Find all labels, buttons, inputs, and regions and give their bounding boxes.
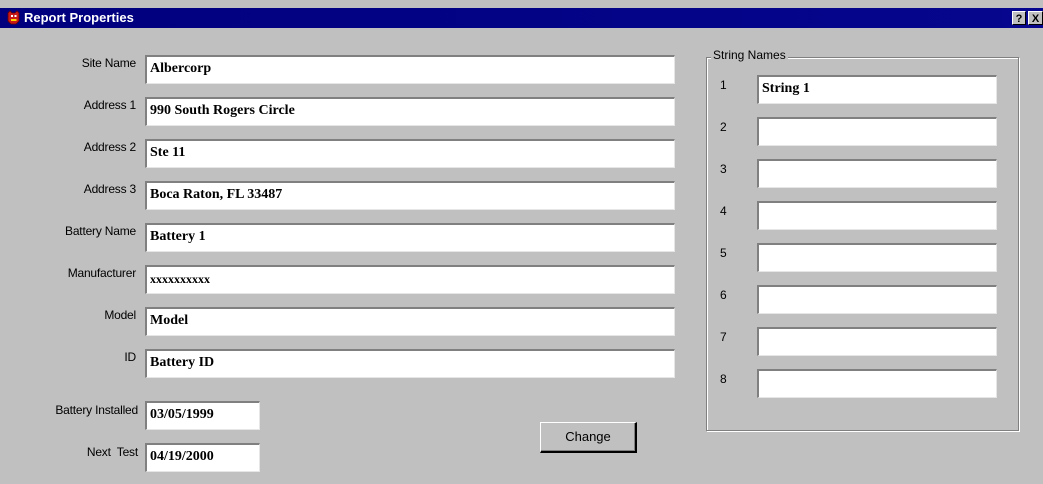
address2-field[interactable]: Ste 11 (145, 139, 675, 168)
string-number: 6 (720, 288, 727, 302)
string-name-field-1[interactable]: String 1 (757, 75, 997, 104)
close-button[interactable]: X (1028, 11, 1043, 25)
string-number: 1 (720, 78, 727, 92)
next-test-field[interactable]: 04/19/2000 (145, 443, 260, 472)
manufacturer-field[interactable]: xxxxxxxxxx (145, 265, 675, 294)
model-field[interactable]: Model (145, 307, 675, 336)
battery-name-label: Battery Name (65, 224, 136, 238)
string-name-field-3[interactable] (757, 159, 997, 188)
string-names-title: String Names (711, 48, 788, 62)
title-bar[interactable]: Report Properties ? X (0, 8, 1043, 28)
model-label: Model (104, 308, 136, 322)
string-number: 7 (720, 330, 727, 344)
string-number: 2 (720, 120, 727, 134)
site-name-field[interactable]: Albercorp (145, 55, 675, 84)
string-name-field-7[interactable] (757, 327, 997, 356)
address3-field[interactable]: Boca Raton, FL 33487 (145, 181, 675, 210)
string-name-field-4[interactable] (757, 201, 997, 230)
string-name-field-8[interactable] (757, 369, 997, 398)
string-number: 5 (720, 246, 727, 260)
battery-installed-field[interactable]: 03/05/1999 (145, 401, 260, 430)
id-label: ID (124, 350, 136, 364)
address3-label: Address 3 (83, 182, 136, 196)
string-name-field-6[interactable] (757, 285, 997, 314)
site-name-label: Site Name (81, 56, 136, 70)
address2-label: Address 2 (83, 140, 136, 154)
manufacturer-label: Manufacturer (67, 266, 137, 280)
battery-installed-label: Battery Installed (55, 403, 138, 417)
string-number: 4 (720, 204, 727, 218)
help-button[interactable]: ? (1012, 11, 1026, 25)
battery-name-field[interactable]: Battery 1 (145, 223, 675, 252)
address1-label: Address 1 (83, 98, 136, 112)
string-number: 8 (720, 372, 727, 386)
app-icon (7, 10, 20, 25)
change-button[interactable]: Change (540, 422, 637, 453)
window-title: Report Properties (24, 10, 134, 25)
string-number: 3 (720, 162, 727, 176)
next-test-label: Next Test (86, 445, 138, 459)
string-name-field-5[interactable] (757, 243, 997, 272)
string-name-field-2[interactable] (757, 117, 997, 146)
address1-field[interactable]: 990 South Rogers Circle (145, 97, 675, 126)
id-field[interactable]: Battery ID (145, 349, 675, 378)
report-properties-window: Report Properties ? X Site Name Albercor… (0, 0, 1043, 484)
